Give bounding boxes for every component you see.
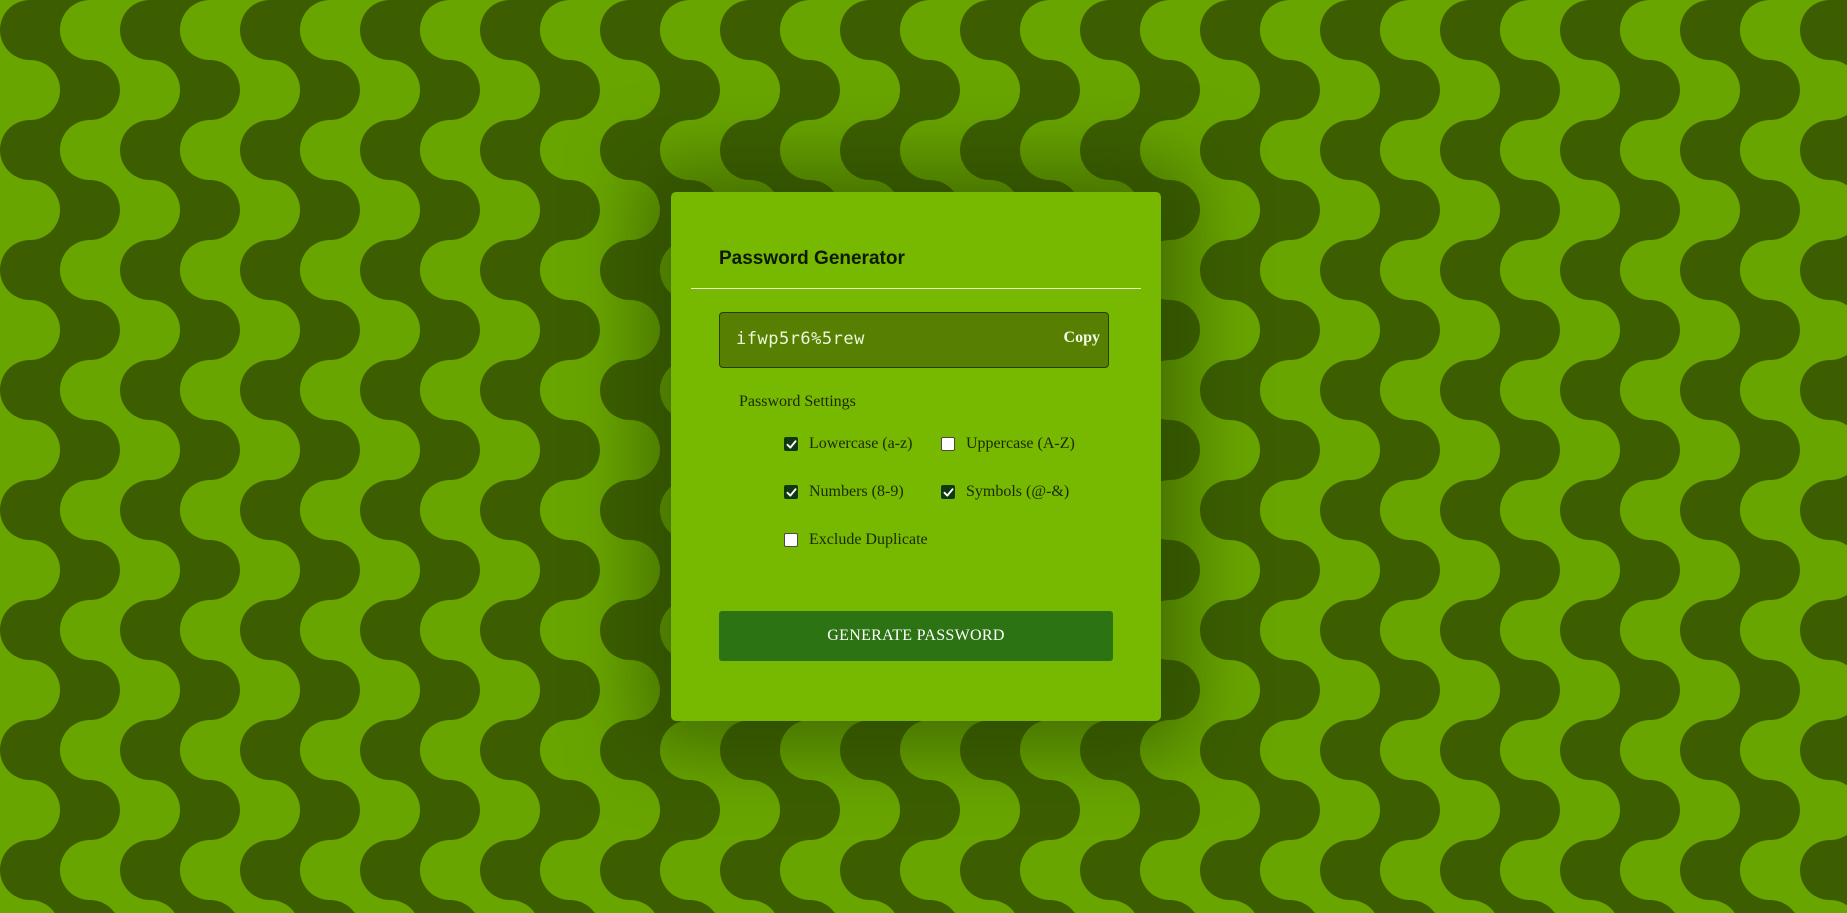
password-generator-card: Password Generator ifwp5r6%5rew Copy Pas… (671, 192, 1161, 721)
option-symbols[interactable]: Symbols (@-&) (941, 483, 1069, 501)
title-divider (691, 288, 1141, 289)
option-lowercase[interactable]: Lowercase (a-z) (784, 435, 912, 453)
option-uppercase[interactable]: Uppercase (A-Z) (941, 435, 1075, 453)
settings-title: Password Settings (739, 393, 856, 410)
page-title: Password Generator (719, 248, 905, 269)
uppercase-checkbox[interactable] (941, 437, 955, 451)
password-field[interactable]: ifwp5r6%5rew Copy (719, 312, 1109, 368)
exclude-duplicate-label: Exclude Duplicate (809, 531, 928, 548)
copy-button[interactable]: Copy (1064, 329, 1100, 347)
check-icon (943, 487, 954, 497)
option-exclude-duplicate[interactable]: Exclude Duplicate (784, 531, 928, 549)
lowercase-checkbox[interactable] (784, 437, 798, 451)
option-numbers[interactable]: Numbers (8-9) (784, 483, 904, 501)
lowercase-label: Lowercase (a-z) (809, 435, 913, 452)
password-value[interactable]: ifwp5r6%5rew (736, 329, 865, 349)
numbers-checkbox[interactable] (784, 485, 798, 499)
uppercase-label: Uppercase (A-Z) (966, 435, 1075, 452)
exclude-duplicate-checkbox[interactable] (784, 533, 798, 547)
symbols-label: Symbols (@-&) (966, 483, 1070, 500)
numbers-label: Numbers (8-9) (809, 483, 904, 500)
check-icon (786, 439, 797, 449)
generate-password-button[interactable]: GENERATE PASSWORD (719, 611, 1113, 661)
symbols-checkbox[interactable] (941, 485, 955, 499)
check-icon (786, 487, 797, 497)
